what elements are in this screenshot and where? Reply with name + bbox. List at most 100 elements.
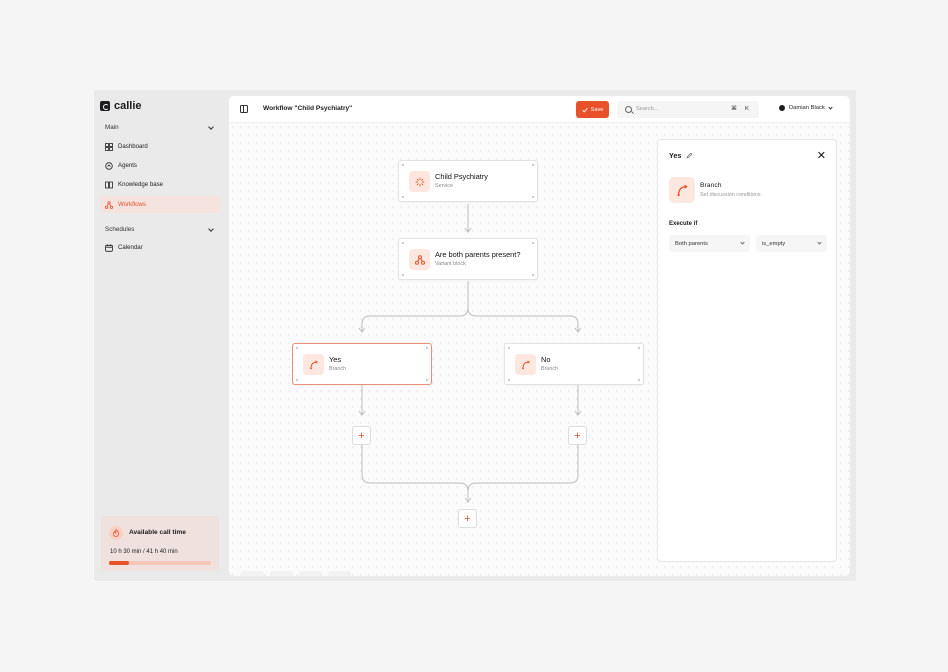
- chevron-down-icon: [208, 123, 214, 130]
- avatar: [779, 105, 785, 111]
- node-handle: [638, 347, 640, 349]
- save-button[interactable]: Save: [576, 101, 609, 118]
- main-section-label: Main: [105, 124, 119, 131]
- sidebar-toggle-icon[interactable]: [240, 105, 248, 113]
- call-time-progress: [109, 561, 211, 565]
- user-menu[interactable]: Damian Black: [779, 104, 834, 111]
- flame-icon: [109, 526, 123, 540]
- schedules-section-label: Schedules: [105, 226, 135, 233]
- node-subtitle: Service: [435, 183, 453, 189]
- page-title: Workflow "Child Psychiatry": [263, 105, 353, 112]
- call-time-title: Available call time: [129, 529, 186, 536]
- node-handle: [532, 242, 534, 244]
- add-step-button-no[interactable]: +: [568, 426, 587, 445]
- zoom-out-button[interactable]: −: [328, 571, 351, 576]
- pencil-icon[interactable]: [686, 152, 693, 159]
- chevron-down-icon: [828, 104, 833, 110]
- schedules-section-header[interactable]: Schedules: [105, 225, 215, 233]
- dashboard-icon: [105, 142, 113, 151]
- sidebar-item-label: Dashboard: [118, 143, 148, 150]
- node-handle: [402, 274, 404, 276]
- node-branch-no[interactable]: No Branch: [504, 343, 644, 385]
- sidebar-item-label: Calendar: [118, 244, 143, 251]
- node-title: No: [541, 355, 551, 364]
- close-icon[interactable]: ✕: [817, 149, 826, 162]
- loader-icon: [409, 171, 430, 192]
- logo[interactable]: callie: [100, 100, 142, 112]
- chevron-down-icon: [740, 240, 745, 245]
- condition-field-value: Both parents: [675, 240, 708, 247]
- sidebar-item-agents[interactable]: Agents: [100, 157, 221, 174]
- app-window: callie Main Dashboard Agents Knowledge b…: [94, 90, 856, 581]
- sidebar-item-label: Agents: [118, 162, 137, 169]
- node-handle: [638, 379, 640, 381]
- node-handle: [402, 196, 404, 198]
- select-tool-button[interactable]: [241, 571, 264, 576]
- user-name: Damian Black: [789, 105, 825, 111]
- node-handle: [532, 196, 534, 198]
- node-service[interactable]: Child Psychiatry Service: [398, 160, 538, 202]
- main-section-header[interactable]: Main: [105, 123, 215, 131]
- node-title: Are both parents present?: [435, 250, 521, 259]
- search-icon: [625, 106, 632, 113]
- pan-tool-button[interactable]: [270, 571, 293, 576]
- node-branch-yes[interactable]: Yes Branch: [292, 343, 432, 385]
- execute-if-label: Execute if: [669, 221, 698, 227]
- sidebar-item-knowledge-base[interactable]: Knowledge base: [100, 176, 221, 193]
- sidebar-item-dashboard[interactable]: Dashboard: [100, 138, 221, 155]
- shortcut-key: K: [745, 106, 749, 112]
- condition-field-select[interactable]: Both parents: [669, 235, 750, 252]
- call-time-card: Available call time 10 h 30 min / 41 h 4…: [101, 516, 219, 571]
- shortcut-cmd: ⌘: [731, 106, 737, 112]
- sidebar-item-label: Knowledge base: [118, 181, 164, 188]
- workflow-icon: [105, 200, 113, 209]
- node-subtitle: Variant block: [435, 261, 466, 267]
- branch-icon: [303, 354, 324, 375]
- properties-panel: Yes ✕ Branch Set discussion conditions E…: [657, 139, 837, 562]
- workflow-icon: [409, 249, 430, 270]
- panel-title[interactable]: Yes: [669, 151, 681, 160]
- brand-name: callie: [114, 100, 142, 112]
- node-handle: [508, 347, 510, 349]
- search-placeholder: Search...: [636, 106, 659, 112]
- node-title: Child Psychiatry: [435, 172, 488, 181]
- main-area: Workflow "Child Psychiatry" Save Search.…: [229, 96, 850, 576]
- node-handle: [296, 347, 298, 349]
- chevron-down-icon: [817, 240, 822, 245]
- condition-operator-select[interactable]: is_empty: [756, 235, 827, 252]
- sidebar-item-workflows[interactable]: Workflows: [100, 196, 221, 213]
- top-bar: Workflow "Child Psychiatry" Save Search.…: [229, 96, 850, 123]
- block-name: Branch: [700, 182, 722, 189]
- book-icon: [105, 181, 113, 188]
- node-title: Yes: [329, 355, 342, 364]
- node-variant-block[interactable]: Are both parents present? Variant block: [398, 238, 538, 280]
- sidebar: callie Main Dashboard Agents Knowledge b…: [94, 90, 228, 581]
- block-description: Set discussion conditions: [700, 192, 761, 198]
- search-input[interactable]: Search... ⌘ K: [617, 101, 759, 118]
- save-label: Save: [590, 106, 604, 113]
- node-handle: [402, 164, 404, 166]
- node-handle: [532, 164, 534, 166]
- branch-icon: [515, 354, 536, 375]
- check-icon: [581, 107, 588, 112]
- chevron-down-icon: [208, 225, 214, 232]
- minus-icon: −: [337, 576, 343, 577]
- zoom-in-button[interactable]: +: [299, 571, 322, 576]
- callie-logo-icon: [100, 101, 110, 111]
- node-subtitle: Branch: [541, 366, 559, 372]
- add-step-button-yes[interactable]: +: [352, 426, 371, 445]
- panel-header: Yes: [669, 151, 693, 160]
- call-time-progress-fill: [109, 561, 130, 565]
- add-step-button-merge[interactable]: +: [458, 509, 477, 528]
- node-handle: [532, 274, 534, 276]
- sidebar-item-label: Workflows: [118, 201, 146, 208]
- node-subtitle: Branch: [329, 366, 347, 372]
- agents-icon: [105, 161, 113, 170]
- node-handle: [508, 379, 510, 381]
- calendar-icon: [105, 243, 113, 252]
- sidebar-item-calendar[interactable]: Calendar: [100, 239, 221, 256]
- node-handle: [296, 379, 298, 381]
- plus-icon: +: [308, 576, 314, 577]
- node-handle: [426, 347, 428, 349]
- condition-operator-value: is_empty: [762, 240, 786, 247]
